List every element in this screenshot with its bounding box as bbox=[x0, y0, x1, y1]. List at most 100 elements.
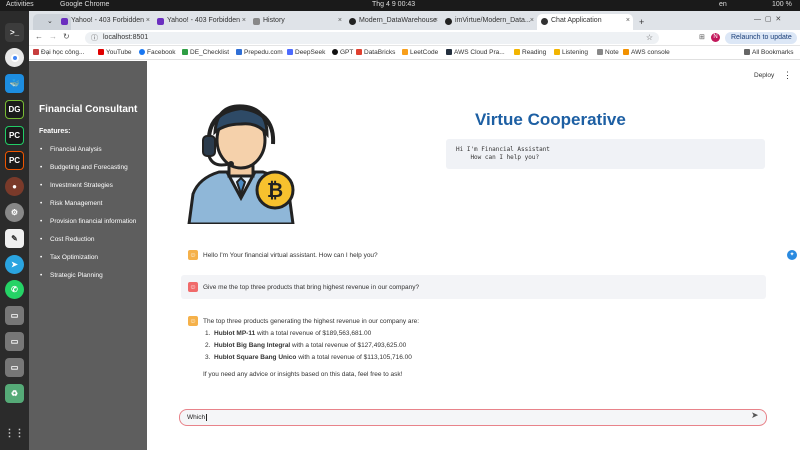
all-bookmarks[interactable]: All Bookmarks bbox=[744, 49, 794, 56]
disk-icon[interactable]: ▭ bbox=[5, 306, 24, 325]
gpt-icon bbox=[332, 49, 338, 55]
new-tab-button[interactable]: + bbox=[635, 14, 649, 30]
folder-icon bbox=[744, 49, 750, 55]
extensions-icon[interactable]: ⊞ bbox=[699, 33, 705, 41]
bookmark-item[interactable]: Facebook bbox=[139, 49, 176, 56]
bookmark-star-icon[interactable]: ☆ bbox=[646, 33, 653, 42]
answer-item: 2. Hublot Big Bang Integral with a total… bbox=[205, 342, 419, 349]
close-icon[interactable]: × bbox=[338, 17, 342, 24]
bookmark-favicon bbox=[182, 49, 188, 55]
more-menu-icon[interactable]: ⋮ bbox=[783, 70, 792, 81]
feature-item: Tax Optimization bbox=[39, 254, 139, 262]
app-grid-icon[interactable]: ⋮⋮ bbox=[5, 424, 25, 443]
bookmark-item[interactable]: AWS Cloud Pra... bbox=[446, 49, 505, 56]
whatsapp-icon[interactable]: ✆ bbox=[5, 280, 24, 299]
bookmark-label: LeetCode bbox=[410, 49, 439, 56]
activities-button[interactable]: Activities bbox=[6, 1, 34, 8]
forward-icon[interactable]: → bbox=[49, 32, 57, 41]
input-language[interactable]: en bbox=[719, 1, 727, 8]
deploy-button[interactable]: Deploy bbox=[754, 72, 774, 79]
feature-item: Financial Analysis bbox=[39, 146, 139, 154]
reload-icon[interactable]: ↻ bbox=[63, 32, 70, 41]
close-icon[interactable]: × bbox=[530, 17, 534, 24]
chrome-icon[interactable] bbox=[5, 48, 24, 67]
pycharm-pro-icon[interactable]: PC bbox=[5, 151, 24, 170]
bookmark-item[interactable]: YouTube bbox=[98, 49, 132, 56]
bookmark-label: DE_Checklist bbox=[190, 49, 230, 56]
close-icon[interactable]: × bbox=[146, 17, 150, 24]
terminal-icon[interactable]: >_ bbox=[5, 23, 24, 42]
close-icon[interactable]: × bbox=[434, 17, 438, 24]
text-editor-icon[interactable]: ✎ bbox=[5, 229, 24, 248]
databricks-icon bbox=[356, 49, 362, 55]
disk-icon-3[interactable]: ▭ bbox=[5, 358, 24, 377]
bookmark-item[interactable]: Prepedu.com bbox=[236, 49, 283, 56]
settings-icon[interactable]: ⚙ bbox=[5, 203, 24, 222]
site-info-icon[interactable]: ⓘ bbox=[91, 33, 98, 43]
dock: >_ 🐳 DG PC PC ● ⚙ ✎ ➤ ✆ ▭ ▭ ▭ ♻ ⋮⋮ bbox=[0, 11, 29, 450]
folder-icon bbox=[554, 49, 560, 55]
sidebar-title: Financial Consultant bbox=[39, 104, 138, 115]
bookmark-label: Prepedu.com bbox=[244, 49, 283, 56]
bookmark-item[interactable]: Reading bbox=[514, 49, 546, 56]
disk-icon-2[interactable]: ▭ bbox=[5, 332, 24, 351]
bookmark-label: AWS console bbox=[631, 49, 670, 56]
streamlit-icon bbox=[541, 18, 548, 25]
back-icon[interactable]: ← bbox=[35, 32, 43, 41]
bookmark-item[interactable]: LeetCode bbox=[402, 49, 438, 56]
tab-label: Modern_DataWarehouse bbox=[359, 17, 437, 24]
github-icon bbox=[445, 18, 452, 25]
bookmark-item[interactable]: Đại học công... bbox=[33, 49, 84, 56]
deepseek-icon bbox=[287, 49, 293, 55]
profile-avatar[interactable]: N bbox=[711, 33, 720, 42]
bookmark-item[interactable]: Listening bbox=[554, 49, 588, 56]
tab-yahoo-2[interactable]: Yahoo! - 403 Forbidden × bbox=[153, 14, 249, 30]
tab-history[interactable]: History × bbox=[249, 14, 345, 30]
bookmark-item[interactable]: DataBricks bbox=[356, 49, 395, 56]
folder-icon bbox=[514, 49, 520, 55]
bookmark-label: AWS Cloud Pra... bbox=[454, 49, 505, 56]
bookmark-item[interactable]: GPT bbox=[332, 49, 353, 56]
bookmark-item[interactable]: AWS console bbox=[623, 49, 670, 56]
docker-icon[interactable]: 🐳 bbox=[5, 74, 24, 93]
chrome-side-panel-icon[interactable]: ✦ bbox=[787, 250, 797, 260]
item-number: 1. bbox=[205, 330, 211, 337]
bookmark-item[interactable]: DeepSeek bbox=[287, 49, 325, 56]
bookmark-label: Facebook bbox=[147, 49, 176, 56]
bookmarks-bar: Đại học công... YouTube Facebook DE_Chec… bbox=[29, 46, 800, 60]
close-icon[interactable]: × bbox=[242, 17, 246, 24]
bookmark-item[interactable]: DE_Checklist bbox=[182, 49, 229, 56]
feature-item: Risk Management bbox=[39, 200, 139, 208]
bookmark-item[interactable]: Note bbox=[597, 49, 619, 56]
tab-modern-dw[interactable]: Modern_DataWarehouse × bbox=[345, 14, 441, 30]
url-input[interactable]: ⓘ localhost:8501 ☆ bbox=[85, 32, 659, 44]
browser-tab-strip: ⌄ Yahoo! - 403 Forbidden × Yahoo! - 403 F… bbox=[29, 11, 800, 30]
facebook-icon bbox=[139, 49, 145, 55]
main-content: Deploy ⋮ ₿ Virtue Cooperative Hi I'm Fin… bbox=[147, 61, 800, 450]
app-icon[interactable]: ● bbox=[5, 177, 24, 196]
bookmark-label: YouTube bbox=[106, 49, 132, 56]
message-text: Give me the top three products that brin… bbox=[203, 284, 420, 291]
send-icon[interactable]: ➤ bbox=[751, 410, 759, 421]
relaunch-button[interactable]: Relaunch to update bbox=[725, 32, 797, 44]
bookmark-label: DeepSeek bbox=[295, 49, 326, 56]
tab-chat-application[interactable]: Chat Application × bbox=[537, 14, 633, 30]
chat-input[interactable]: Which bbox=[179, 409, 767, 426]
datagrip-icon[interactable]: DG bbox=[5, 100, 24, 119]
close-icon[interactable]: × bbox=[626, 17, 630, 24]
product-revenue: with a total revenue of $127,493,625.00 bbox=[290, 342, 407, 349]
clock[interactable]: Thg 4 9 00:43 bbox=[372, 1, 415, 8]
telegram-icon[interactable]: ➤ bbox=[5, 255, 24, 274]
tab-repo[interactable]: imVirtue/Modern_Data... × bbox=[441, 14, 537, 30]
window-controls[interactable]: — ▢ ✕ bbox=[754, 15, 781, 23]
answer-list: 1. Hublot MP-11 with a total revenue of … bbox=[205, 330, 419, 361]
svg-text:₿: ₿ bbox=[267, 178, 283, 202]
feature-item: Budgeting and Forecasting bbox=[39, 164, 139, 172]
bookmark-label: Reading bbox=[522, 49, 547, 56]
tab-yahoo-1[interactable]: Yahoo! - 403 Forbidden × bbox=[57, 14, 153, 30]
bookmark-label: Đại học công... bbox=[41, 49, 85, 56]
feature-item: Investment Strategies bbox=[39, 182, 139, 190]
trash-icon[interactable]: ♻ bbox=[5, 384, 24, 403]
pycharm-icon[interactable]: PC bbox=[5, 126, 24, 145]
battery-status[interactable]: 100 % bbox=[772, 1, 792, 8]
